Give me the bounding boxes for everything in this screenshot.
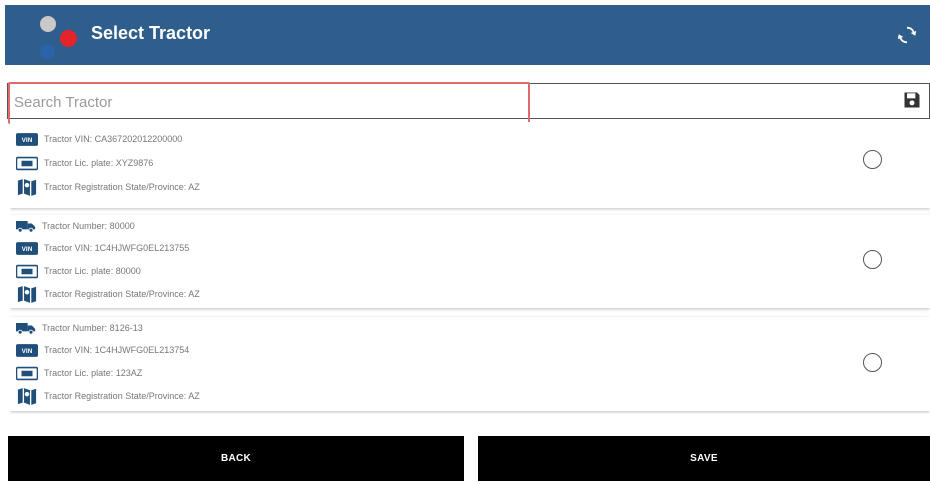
page-title: Select Tractor xyxy=(91,23,211,43)
search-input[interactable] xyxy=(14,90,854,114)
number-text: Tractor Number: 8126-13 xyxy=(42,323,143,333)
tractor-card[interactable]: Tractor Number: 8126-13 Tractor VIN: 1C4… xyxy=(10,317,930,411)
tractor-list: Tractor VIN: CA367202012200000 Tractor L… xyxy=(10,122,930,414)
search-bar xyxy=(7,83,930,119)
save-icon[interactable] xyxy=(902,90,922,110)
app-logo xyxy=(35,10,85,60)
map-icon xyxy=(16,177,38,197)
refresh-icon[interactable] xyxy=(896,24,918,46)
select-radio[interactable] xyxy=(863,353,882,372)
number-row: Tractor Number: 80000 xyxy=(16,217,135,235)
vin-icon xyxy=(16,343,38,358)
vin-text: Tractor VIN: CA367202012200000 xyxy=(44,134,183,144)
license-plate-icon xyxy=(16,264,38,279)
map-icon xyxy=(16,386,38,406)
vin-icon xyxy=(16,132,38,147)
map-icon xyxy=(16,284,38,304)
tractor-card[interactable]: Tractor Number: 80000 Tractor VIN: 1C4HJ… xyxy=(10,215,930,308)
number-text: Tractor Number: 80000 xyxy=(42,221,135,231)
vin-text: Tractor VIN: 1C4HJWFG0EL213754 xyxy=(44,345,190,355)
plate-text: Tractor Lic. plate: XYZ9876 xyxy=(44,158,154,168)
number-row: Tractor Number: 8126-13 xyxy=(16,319,143,337)
vin-row: Tractor VIN: 1C4HJWFG0EL213754 xyxy=(16,341,189,359)
tractor-card[interactable]: Tractor VIN: CA367202012200000 Tractor L… xyxy=(10,122,930,208)
plate-text: Tractor Lic. plate: 123AZ xyxy=(44,368,143,378)
plate-row: Tractor Lic. plate: XYZ9876 xyxy=(16,154,153,172)
select-radio[interactable] xyxy=(863,250,882,269)
state-row: Tractor Registration State/Province: AZ xyxy=(16,176,200,198)
vin-icon xyxy=(16,241,38,256)
state-text: Tractor Registration State/Province: AZ xyxy=(44,289,200,299)
vin-text: Tractor VIN: 1C4HJWFG0EL213755 xyxy=(44,243,190,253)
truck-icon xyxy=(16,321,36,335)
license-plate-icon xyxy=(16,366,38,381)
license-plate-icon xyxy=(16,156,38,171)
truck-icon xyxy=(16,219,36,233)
save-button[interactable]: SAVE xyxy=(478,436,930,481)
state-row: Tractor Registration State/Province: AZ xyxy=(16,385,200,407)
back-button[interactable]: BACK xyxy=(8,436,464,481)
plate-row: Tractor Lic. plate: 80000 xyxy=(16,262,141,280)
plate-text: Tractor Lic. plate: 80000 xyxy=(44,266,141,276)
select-radio[interactable] xyxy=(863,150,882,169)
vin-row: Tractor VIN: CA367202012200000 xyxy=(16,130,182,148)
state-text: Tractor Registration State/Province: AZ xyxy=(44,182,200,192)
app-bar: Select Tractor xyxy=(5,5,930,65)
vin-row: Tractor VIN: 1C4HJWFG0EL213755 xyxy=(16,239,189,257)
state-text: Tractor Registration State/Province: AZ xyxy=(44,391,200,401)
state-row: Tractor Registration State/Province: AZ xyxy=(16,283,200,305)
plate-row: Tractor Lic. plate: 123AZ xyxy=(16,364,142,382)
